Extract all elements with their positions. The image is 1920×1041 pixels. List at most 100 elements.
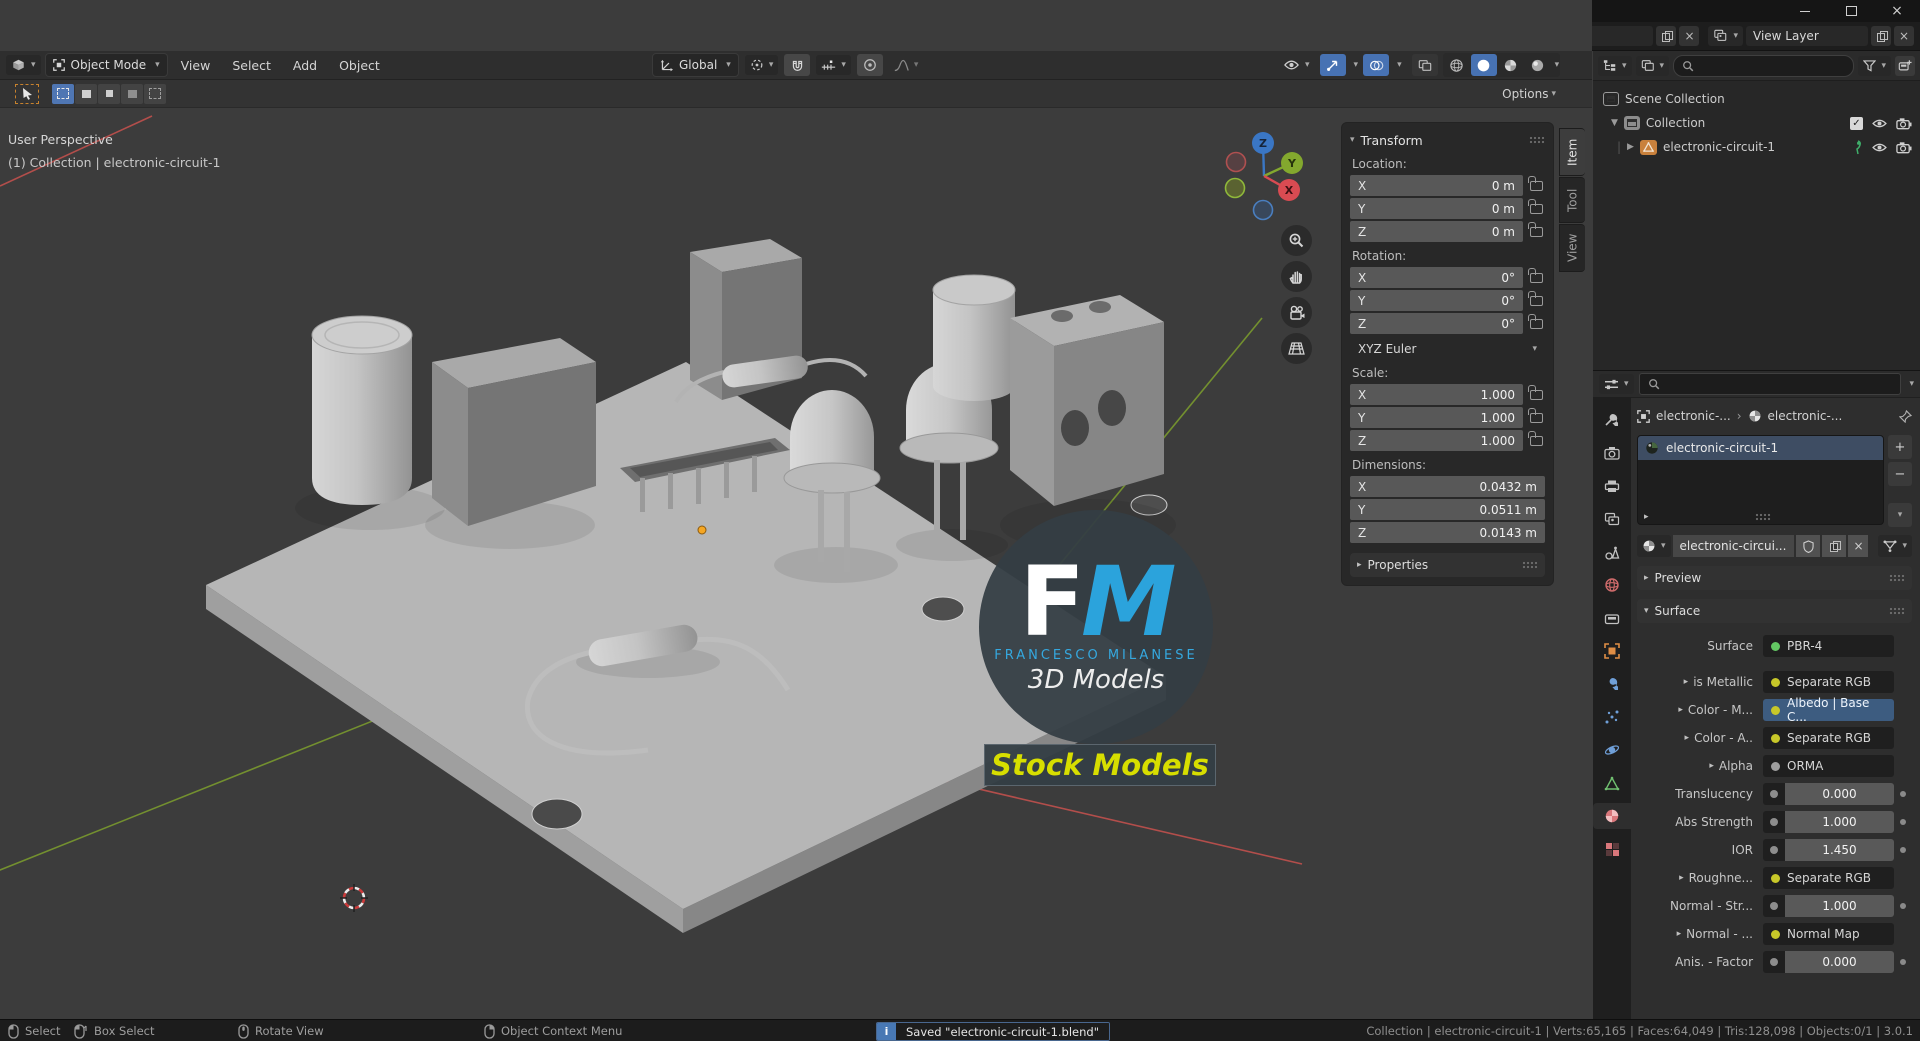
- material-specials-dropdown[interactable]: ▾: [1888, 503, 1912, 527]
- rotation-z-lock[interactable]: [1523, 319, 1545, 329]
- shading-solid-button[interactable]: [1471, 54, 1497, 76]
- properties-subpanel-header[interactable]: ▸ Properties: [1350, 553, 1545, 577]
- xray-toggle[interactable]: [1412, 54, 1438, 76]
- location-z-field[interactable]: Z0 m: [1350, 221, 1523, 242]
- outliner-filter-images[interactable]: ▾: [1636, 56, 1670, 76]
- tab-object[interactable]: [1593, 638, 1631, 664]
- select-mode-extend[interactable]: [75, 84, 97, 104]
- scale-y-field[interactable]: Y1.000: [1350, 407, 1523, 428]
- properties-editor-type[interactable]: ▾: [1599, 374, 1634, 394]
- scene-copy-button[interactable]: [1656, 26, 1676, 46]
- material-slot-list[interactable]: electronic-circuit-1 ▸: [1637, 435, 1884, 525]
- gizmo-neg-y[interactable]: [1226, 179, 1245, 198]
- collection-checkbox[interactable]: ✓: [1850, 117, 1863, 130]
- minimize-button[interactable]: [1782, 0, 1828, 22]
- snap-toggle[interactable]: [784, 54, 810, 76]
- material-name-field[interactable]: electronic-circui...: [1673, 535, 1795, 557]
- outliner-row-scene-collection[interactable]: Scene Collection: [1593, 87, 1920, 111]
- scale-z-field[interactable]: Z1.000: [1350, 430, 1523, 451]
- close-button[interactable]: ×: [1874, 0, 1920, 22]
- gizmos-toggle[interactable]: [1320, 54, 1346, 76]
- view-layer-copy-button[interactable]: [1871, 26, 1891, 46]
- disable-render-camera-icon[interactable]: [1896, 141, 1912, 154]
- anis-factor-field[interactable]: 0.000: [1763, 951, 1894, 973]
- rotation-y-field[interactable]: Y0°: [1350, 290, 1523, 311]
- gizmos-dropdown[interactable]: ▾: [1354, 60, 1359, 70]
- mode-dropdown[interactable]: Object Mode ▾: [45, 53, 168, 77]
- gizmo-neg-x[interactable]: [1227, 153, 1246, 172]
- proportional-falloff-dropdown[interactable]: ▾: [889, 55, 924, 75]
- rotation-y-lock[interactable]: [1523, 296, 1545, 306]
- rotation-x-lock[interactable]: [1523, 273, 1545, 283]
- tab-world[interactable]: [1593, 572, 1631, 598]
- select-mode-set[interactable]: [52, 84, 74, 104]
- location-y-lock[interactable]: [1523, 204, 1545, 214]
- expand-caret[interactable]: ▼: [1611, 118, 1618, 128]
- outliner-display-mode[interactable]: ▾: [1598, 56, 1632, 76]
- select-mode-intersect[interactable]: [144, 84, 166, 104]
- navigation-gizmo[interactable]: Z Y X: [1222, 126, 1312, 226]
- dimensions-x-field[interactable]: X0.0432 m: [1350, 476, 1545, 497]
- tab-tool[interactable]: [1593, 407, 1631, 433]
- zoom-view-button[interactable]: [1281, 225, 1312, 256]
- slot-list-expand[interactable]: ▸: [1644, 512, 1649, 522]
- sidebar-tab-view[interactable]: View: [1559, 224, 1585, 272]
- expand-caret[interactable]: ▶: [1627, 142, 1634, 152]
- color-m-field[interactable]: Albedo | Base C...: [1763, 699, 1894, 721]
- new-collection-button[interactable]: [1895, 56, 1915, 76]
- shading-rendered-button[interactable]: [1525, 54, 1551, 76]
- is-metallic-field[interactable]: Separate RGB: [1763, 671, 1894, 693]
- roughness-field[interactable]: Separate RGB: [1763, 867, 1894, 889]
- hide-viewport-eye-icon[interactable]: [1871, 142, 1888, 153]
- sidebar-tab-tool[interactable]: Tool: [1559, 177, 1585, 223]
- gizmo-neg-z[interactable]: [1254, 201, 1273, 220]
- tab-render[interactable]: [1593, 440, 1631, 466]
- dimensions-y-field[interactable]: Y0.0511 m: [1350, 499, 1545, 520]
- pivot-point-dropdown[interactable]: ▾: [745, 55, 779, 75]
- browse-material-button[interactable]: ▾: [1637, 535, 1671, 557]
- tab-scene[interactable]: [1593, 539, 1631, 565]
- color-a-field[interactable]: Separate RGB: [1763, 727, 1894, 749]
- saved-notification[interactable]: i Saved "electronic-circuit-1.blend": [876, 1022, 1110, 1041]
- location-z-lock[interactable]: [1523, 227, 1545, 237]
- tab-modifiers[interactable]: [1593, 671, 1631, 697]
- shading-dropdown[interactable]: ▾: [1555, 60, 1560, 70]
- fake-user-shield-button[interactable]: [1796, 535, 1820, 557]
- panel-grip[interactable]: [1889, 607, 1905, 615]
- proportional-editing-toggle[interactable]: [857, 54, 883, 76]
- rotation-mode-dropdown[interactable]: XYZ Euler▾: [1350, 338, 1545, 359]
- shading-wireframe-button[interactable]: [1444, 54, 1470, 76]
- show-object-types-dropdown[interactable]: ▾: [1278, 55, 1315, 75]
- translucency-field[interactable]: 0.000: [1763, 783, 1894, 805]
- slot-list-grip[interactable]: [1755, 513, 1771, 521]
- rotation-z-field[interactable]: Z0°: [1350, 313, 1523, 334]
- toggle-grid-button[interactable]: [1281, 333, 1312, 364]
- scale-x-field[interactable]: X1.000: [1350, 384, 1523, 405]
- select-mode-subtract[interactable]: [98, 84, 120, 104]
- shading-material-button[interactable]: [1498, 54, 1524, 76]
- editor-type-button[interactable]: ▾: [6, 55, 41, 75]
- alpha-field[interactable]: ORMA: [1763, 755, 1894, 777]
- outliner-filter-dropdown[interactable]: ▾: [1858, 56, 1891, 76]
- panel-grip[interactable]: [1522, 561, 1538, 569]
- tab-texture[interactable]: [1593, 836, 1631, 862]
- rotation-x-field[interactable]: X0°: [1350, 267, 1523, 288]
- tab-view-layer[interactable]: [1593, 506, 1631, 532]
- copy-material-button[interactable]: [1822, 535, 1846, 557]
- overlays-dropdown[interactable]: ▾: [1397, 60, 1402, 70]
- outliner-search-input[interactable]: [1673, 55, 1854, 77]
- options-dropdown[interactable]: Options▾: [1502, 80, 1556, 107]
- breadcrumb-material-name[interactable]: electronic-...: [1768, 409, 1843, 423]
- add-material-slot-button[interactable]: +: [1888, 435, 1912, 459]
- scale-y-lock[interactable]: [1523, 413, 1545, 423]
- properties-search-input[interactable]: [1639, 373, 1902, 395]
- select-mode-invert[interactable]: [121, 84, 143, 104]
- dimensions-z-field[interactable]: Z0.0143 m: [1350, 522, 1545, 543]
- tab-object-data[interactable]: [1593, 770, 1631, 796]
- unlink-material-button[interactable]: ×: [1848, 535, 1868, 557]
- view-layer-delete-button[interactable]: ×: [1894, 26, 1914, 46]
- snap-target-dropdown[interactable]: ▾: [816, 55, 851, 75]
- outliner-row-object[interactable]: | ▶ electronic-circuit-1: [1593, 135, 1920, 159]
- transform-orientation-dropdown[interactable]: Global ▾: [652, 53, 739, 77]
- sidebar-tab-item[interactable]: Item: [1559, 128, 1585, 176]
